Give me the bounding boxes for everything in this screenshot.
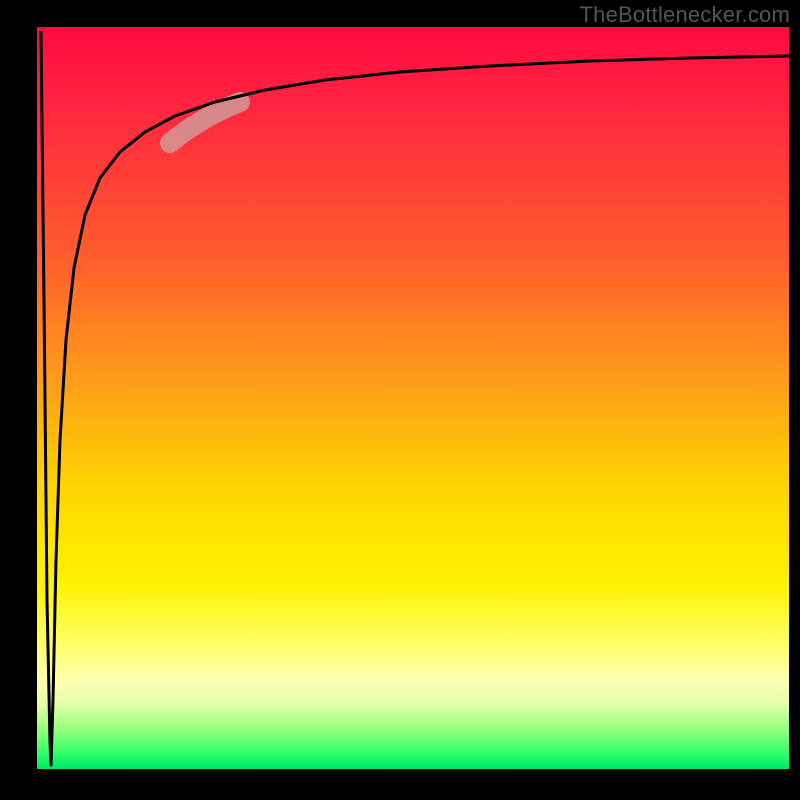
plot-gradient-area — [37, 27, 789, 769]
watermark-label: TheBottlenecker.com — [580, 2, 790, 28]
chart-frame: TheBottlenecker.com — [0, 0, 800, 800]
